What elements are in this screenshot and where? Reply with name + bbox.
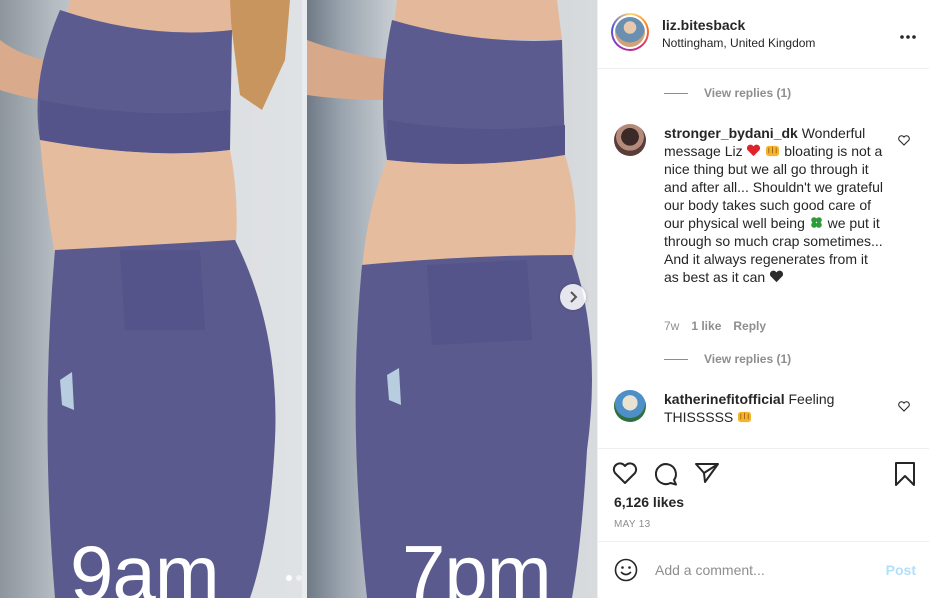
next-slide-button[interactable] xyxy=(560,284,586,310)
commenter-avatar[interactable] xyxy=(614,390,646,422)
commenter-avatar[interactable] xyxy=(614,124,646,156)
view-replies-button[interactable]: View replies (1) xyxy=(664,86,791,100)
photo-9am: 9am xyxy=(0,0,302,598)
comments-list: View replies (1) stronger_bydani_dk Wond… xyxy=(598,69,929,447)
body-illustration-left xyxy=(0,0,290,598)
heart-outline-icon xyxy=(898,401,910,412)
comment-meta: 7w 1 like Reply xyxy=(664,319,766,333)
author-avatar[interactable] xyxy=(611,13,649,51)
post-actions: 6,126 likes MAY 13 xyxy=(598,448,929,541)
chevron-right-icon xyxy=(570,291,578,303)
time-label-7pm: 7pm xyxy=(402,529,552,598)
post-header: liz.bitesback Nottingham, United Kingdom xyxy=(598,0,929,69)
comment-text: stronger_bydani_dk Wonderful message Liz… xyxy=(664,125,884,285)
body-illustration-right xyxy=(307,0,592,598)
like-comment-button[interactable] xyxy=(898,133,910,151)
emoji-button[interactable] xyxy=(614,558,638,587)
like-comment-button[interactable] xyxy=(898,399,910,417)
comment-text: katherinefitofficial Feeling THISSSSS xyxy=(664,391,835,425)
more-horizontal-icon xyxy=(900,35,916,39)
save-button[interactable] xyxy=(894,461,916,492)
time-label-9am: 9am xyxy=(70,529,220,598)
comment-username[interactable]: katherinefitofficial xyxy=(664,391,785,407)
post-media[interactable]: 9am 7pm xyxy=(0,0,597,598)
comment-input[interactable] xyxy=(653,561,877,579)
more-options-button[interactable] xyxy=(900,26,916,44)
post-sidebar: liz.bitesback Nottingham, United Kingdom… xyxy=(597,0,929,598)
raising-hands-icon xyxy=(766,145,780,157)
heart-outline-icon xyxy=(898,135,910,146)
author-username[interactable]: liz.bitesback xyxy=(662,17,745,33)
comment-username[interactable]: stronger_bydani_dk xyxy=(664,125,798,141)
comment-likes[interactable]: 1 like xyxy=(691,319,721,333)
carousel-dot-2 xyxy=(296,575,302,581)
black-heart-icon xyxy=(770,270,784,283)
author-avatar-image xyxy=(615,17,645,47)
add-comment-bar: Post xyxy=(598,541,929,599)
paper-plane-icon xyxy=(695,463,719,483)
heart-icon xyxy=(612,462,638,484)
smiley-icon xyxy=(614,558,638,582)
reply-button[interactable]: Reply xyxy=(733,319,766,333)
comment-time: 7w xyxy=(664,319,680,333)
bookmark-icon xyxy=(895,462,915,486)
four-leaf-clover-icon xyxy=(810,217,822,228)
red-heart-icon xyxy=(747,144,761,157)
raising-hands-icon xyxy=(738,411,752,423)
like-button[interactable] xyxy=(612,461,638,490)
view-replies-button[interactable]: View replies (1) xyxy=(664,352,791,366)
likes-count[interactable]: 6,126 likes xyxy=(614,494,684,510)
carousel-dots xyxy=(286,575,302,581)
post-date: MAY 13 xyxy=(614,519,651,530)
photo-7pm: 7pm xyxy=(307,0,597,598)
comment-icon xyxy=(654,463,677,486)
post-comment-button[interactable]: Post xyxy=(886,562,916,578)
post-location[interactable]: Nottingham, United Kingdom xyxy=(662,36,815,50)
share-button[interactable] xyxy=(694,461,720,490)
carousel-dot-1 xyxy=(286,575,292,581)
comment-button[interactable] xyxy=(653,461,679,492)
